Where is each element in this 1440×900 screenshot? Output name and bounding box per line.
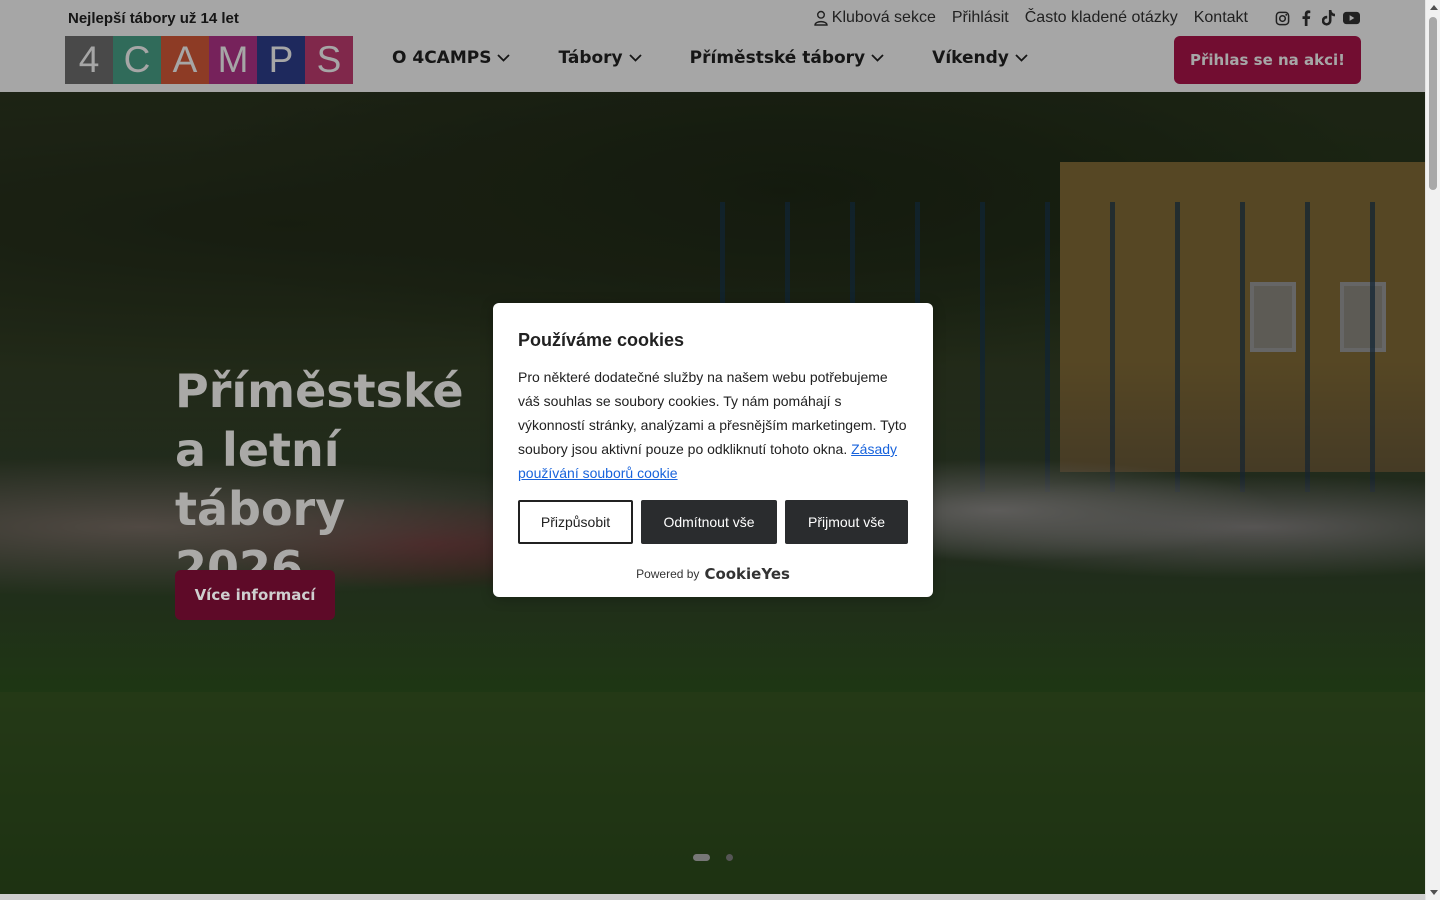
site-logo[interactable]: 4 C A M P S bbox=[65, 36, 353, 84]
scroll-up-arrow[interactable] bbox=[1430, 5, 1438, 10]
signup-cta-button[interactable]: Přihlas se na akci! bbox=[1174, 36, 1361, 84]
instagram-icon[interactable] bbox=[1274, 10, 1291, 27]
powered-by: Powered by CookieYes bbox=[493, 565, 933, 583]
nav-item-camps[interactable]: Tábory bbox=[558, 48, 642, 68]
tiktok-icon[interactable] bbox=[1320, 10, 1337, 27]
login-link[interactable]: Přihlásit bbox=[952, 9, 1009, 27]
powered-by-label: Powered by bbox=[636, 567, 700, 581]
logo-letter: 4 bbox=[65, 36, 113, 84]
slider-dot[interactable] bbox=[726, 854, 733, 861]
tagline-text: Nejlepší tábory už 14 let bbox=[68, 10, 239, 27]
cookie-title-text: Používáme cookies bbox=[518, 330, 685, 350]
nav-item-day-camps[interactable]: Příměstské tábory bbox=[690, 48, 885, 68]
cookie-title: Používáme cookies bbox=[518, 330, 684, 351]
chevron-down-icon bbox=[1015, 54, 1028, 62]
hero-title: Příměstské a letní tábory 2026 bbox=[175, 364, 464, 595]
accept-all-button[interactable]: Přijmout vše bbox=[785, 500, 908, 544]
slider-dot-active[interactable] bbox=[693, 854, 710, 861]
logo-letter: P bbox=[257, 36, 305, 84]
logo-letter: C bbox=[113, 36, 161, 84]
chevron-down-icon bbox=[871, 54, 884, 62]
cookie-description: Pro některé dodatečné služby na našem we… bbox=[518, 365, 910, 485]
cookie-consent-dialog: Používáme cookies Pro některé dodatečné … bbox=[493, 303, 933, 597]
main-nav: O 4CAMPS Tábory Příměstské tábory Víkend… bbox=[392, 48, 1076, 68]
logo-letter: M bbox=[209, 36, 257, 84]
faq-link[interactable]: Často kladené otázky bbox=[1025, 9, 1178, 27]
contact-link[interactable]: Kontakt bbox=[1194, 9, 1248, 27]
site-header: Nejlepší tábory už 14 let Klubová sekce … bbox=[0, 0, 1425, 92]
chevron-down-icon bbox=[497, 54, 511, 62]
nav-item-label: Tábory bbox=[558, 48, 623, 68]
tagline: Nejlepší tábory už 14 let bbox=[65, 10, 239, 27]
social-links bbox=[1274, 10, 1360, 27]
chevron-down-icon bbox=[629, 54, 642, 62]
cookieyes-logo[interactable]: CookieYes bbox=[704, 565, 790, 583]
logo-letter: A bbox=[161, 36, 209, 84]
page-scrollbar[interactable] bbox=[1425, 0, 1440, 900]
nav-item-about[interactable]: O 4CAMPS bbox=[392, 48, 511, 68]
club-section-link[interactable]: Klubová sekce bbox=[813, 9, 936, 27]
next-section-edge bbox=[0, 894, 1425, 900]
club-section-label: Klubová sekce bbox=[831, 9, 936, 26]
customize-button[interactable]: Přizpůsobit bbox=[518, 500, 633, 544]
nav-item-weekends[interactable]: Víkendy bbox=[932, 48, 1028, 68]
logo-letter: S bbox=[305, 36, 353, 84]
youtube-icon[interactable] bbox=[1343, 10, 1360, 27]
more-info-button[interactable]: Více informací bbox=[175, 570, 335, 620]
nav-item-label: Příměstské tábory bbox=[689, 48, 866, 68]
slider-dots bbox=[693, 854, 733, 861]
cookie-description-text: Pro některé dodatečné služby na našem we… bbox=[518, 369, 907, 457]
scrollbar-thumb[interactable] bbox=[1429, 17, 1437, 190]
facebook-icon[interactable] bbox=[1297, 10, 1314, 27]
nav-item-label: O 4CAMPS bbox=[392, 48, 492, 68]
nav-item-label: Víkendy bbox=[932, 48, 1009, 68]
user-icon bbox=[814, 10, 828, 26]
reject-all-button[interactable]: Odmítnout vše bbox=[641, 500, 777, 544]
scroll-down-arrow[interactable] bbox=[1430, 890, 1438, 895]
top-links: Klubová sekce Přihlásit Často kladené ot… bbox=[813, 9, 1360, 27]
